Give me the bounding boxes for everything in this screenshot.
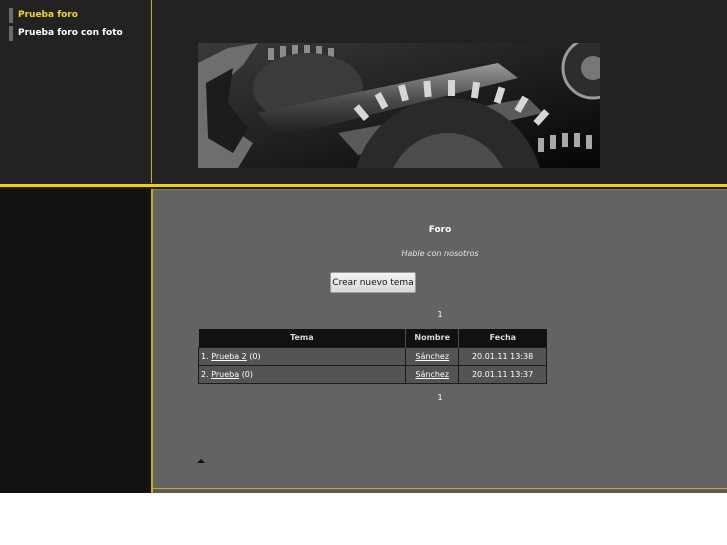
date-cell: 20.01.11 13:37 xyxy=(458,364,547,384)
page-subtitle: Hable con nosotros xyxy=(401,249,479,258)
gears-photo-icon xyxy=(198,43,600,168)
nav-item-prueba-foro-con-foto[interactable]: Prueba foro con foto xyxy=(9,25,123,41)
author-link[interactable]: Sánchez xyxy=(415,352,449,361)
table-row: 2. Prueba (0) Sánchez 20.01.11 13:37 xyxy=(197,364,547,384)
topics-table: Tema Nombre Fecha 1. Prueba 2 (0) Sánche… xyxy=(197,329,547,384)
column-header-tema: Tema xyxy=(198,329,407,347)
bottom-strip xyxy=(153,489,727,493)
table-header-row: Tema Nombre Fecha xyxy=(198,329,547,347)
column-header-nombre: Nombre xyxy=(405,329,460,347)
pagination-bottom[interactable]: 1 xyxy=(153,393,727,402)
topic-cell: 1. Prueba 2 (0) xyxy=(197,346,407,366)
forum-content: Foro Hable con nosotros Crear nuevo tema… xyxy=(153,189,727,488)
author-link[interactable]: Sánchez xyxy=(415,370,449,379)
pagination-top[interactable]: 1 xyxy=(153,310,727,319)
gears-banner-image xyxy=(198,43,600,168)
author-cell: Sánchez xyxy=(405,346,460,366)
page-title: Foro xyxy=(428,225,452,235)
column-header-fecha: Fecha xyxy=(458,329,547,347)
nav-item-label[interactable]: Prueba foro con foto xyxy=(18,28,123,38)
nav-item-label[interactable]: Prueba foro xyxy=(18,10,78,20)
topic-number: 1. xyxy=(201,351,209,361)
topic-cell: 2. Prueba (0) xyxy=(197,364,407,384)
nav-marker xyxy=(9,7,13,23)
nav-marker xyxy=(9,25,13,41)
arrow-up-icon[interactable] xyxy=(197,459,205,463)
top-left-panel: Prueba foro Prueba foro con foto xyxy=(0,0,151,183)
topic-reply-count: (0) xyxy=(241,369,254,379)
topic-reply-count: (0) xyxy=(249,351,261,361)
new-topic-button[interactable]: Crear nuevo tema xyxy=(330,272,416,293)
topic-link[interactable]: Prueba xyxy=(211,370,239,379)
forum-nav: Prueba foro Prueba foro con foto xyxy=(9,7,123,43)
topic-number: 2. xyxy=(201,369,209,379)
author-cell: Sánchez xyxy=(405,364,460,384)
page: Prueba foro Prueba foro con foto Foro Ha… xyxy=(0,0,727,493)
date-cell: 20.01.11 13:38 xyxy=(458,346,547,366)
nav-item-prueba-foro[interactable]: Prueba foro xyxy=(9,7,123,23)
table-row: 1. Prueba 2 (0) Sánchez 20.01.11 13:38 xyxy=(197,346,547,366)
topic-link[interactable]: Prueba 2 xyxy=(211,352,247,361)
sidebar-left xyxy=(0,189,151,493)
